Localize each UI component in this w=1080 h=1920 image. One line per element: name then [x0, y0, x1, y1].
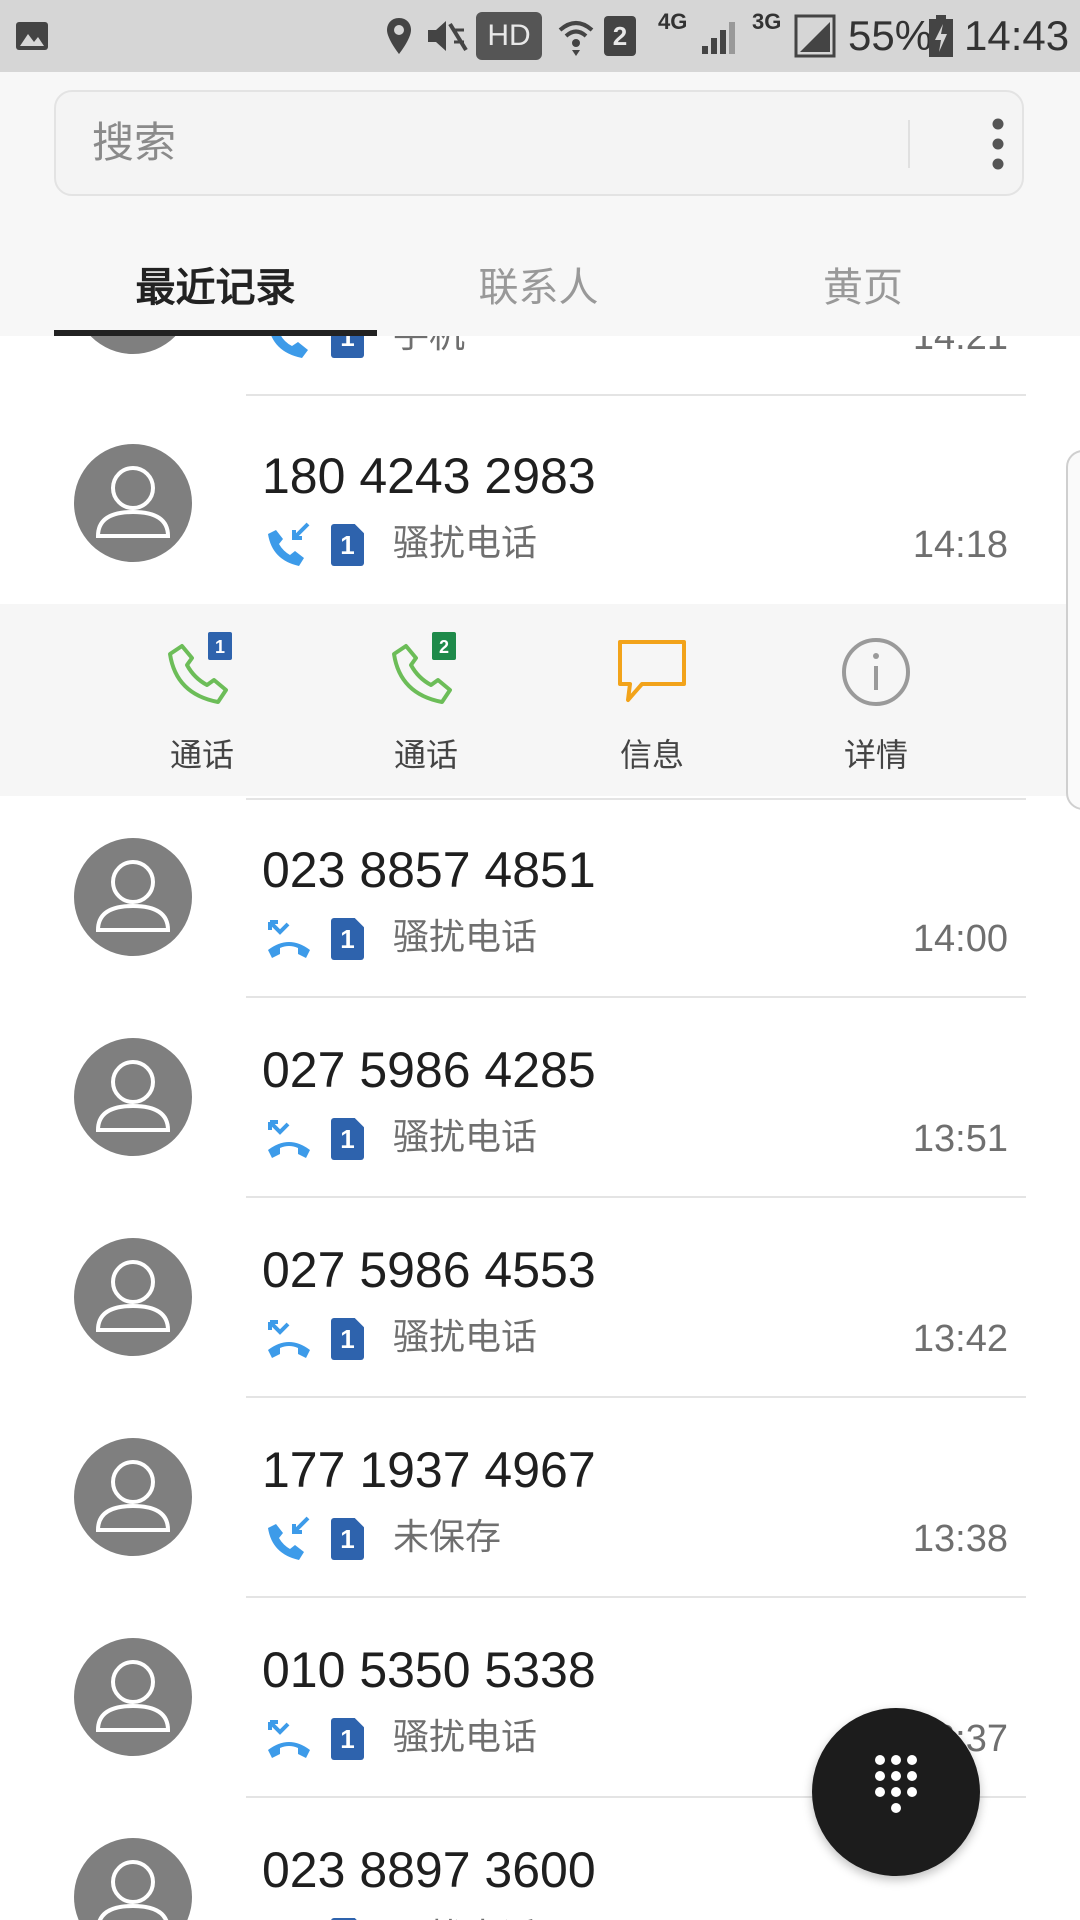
- call-label: 骚扰电话: [393, 1117, 538, 1158]
- svg-text:2: 2: [439, 637, 449, 657]
- details-button[interactable]: 详情: [786, 632, 966, 782]
- call-label: 未保存: [393, 1517, 502, 1558]
- more-options-icon[interactable]: [968, 114, 1028, 174]
- tab-contacts[interactable]: 联系人: [377, 240, 700, 336]
- call-label: 骚扰电话: [393, 523, 538, 564]
- contact-avatar-icon: [74, 1438, 192, 1556]
- call-sim1-button[interactable]: 1 通话: [112, 632, 292, 782]
- search-divider: [908, 120, 910, 168]
- sim1-badge: 1: [331, 1118, 364, 1160]
- gallery-notification-icon: [14, 0, 50, 72]
- call-label: 骚扰电话: [393, 1717, 538, 1758]
- call-label: 骚扰电话: [393, 1910, 537, 1920]
- incoming-call-icon: [268, 1516, 310, 1560]
- battery-charging-icon: [928, 0, 954, 72]
- sim1-badge: 1: [331, 1518, 364, 1560]
- network-3g-label: 3G: [752, 9, 782, 34]
- call-log-row[interactable]: 023 8857 4851 1 骚扰电话 14:00: [0, 798, 1080, 998]
- missed-call-icon: [266, 1916, 312, 1920]
- signal-strength-icon-sim2: [794, 0, 836, 72]
- network-4g-label: 4G: [658, 9, 688, 34]
- call-sim1-label: 通话: [169, 736, 234, 774]
- missed-call-icon: [268, 1320, 310, 1358]
- info-icon: [842, 638, 910, 706]
- call-time: 13:42: [912, 1318, 1008, 1360]
- status-bar: HD 2 4G 3G 55% 14:43: [0, 0, 1080, 72]
- phone-number: 023 8857 4851: [262, 842, 596, 898]
- contact-avatar-icon: [74, 1838, 192, 1920]
- phone-sim1-icon: 1: [168, 632, 232, 704]
- message-icon: [618, 640, 686, 702]
- call-time: 13:38: [912, 1518, 1008, 1560]
- hd-voice-indicator: HD: [476, 0, 542, 72]
- dialpad-button[interactable]: [812, 1708, 980, 1876]
- call-sim2-button[interactable]: 2 通话: [336, 632, 516, 782]
- call-label: 骚扰电话: [393, 917, 538, 958]
- search-bar[interactable]: 搜索: [54, 90, 1024, 196]
- vibrate-mute-icon: [424, 0, 468, 72]
- sim1-badge: 1: [331, 524, 364, 566]
- phone-number: 180 4243 2983: [262, 448, 596, 504]
- row-divider: [246, 798, 1026, 800]
- contact-avatar-icon: [74, 1238, 192, 1356]
- phone-number: 027 5986 4285: [262, 1042, 596, 1098]
- tab-recents[interactable]: 最近记录: [54, 240, 377, 336]
- signal-strength-icon-sim1: [700, 0, 740, 72]
- call-time: 14:00: [912, 918, 1008, 960]
- sim1-badge: 1: [331, 918, 364, 960]
- sim1-badge: 1: [331, 1718, 364, 1760]
- message-label: 信息: [619, 736, 684, 774]
- header: 搜索 最近记录 联系人 黄页: [0, 72, 1080, 336]
- phone-number: 023 8897 3600: [262, 1842, 596, 1898]
- contact-avatar-icon: [74, 444, 192, 562]
- call-log-row[interactable]: 027 5986 4285 1 骚扰电话 13:51: [0, 998, 1080, 1198]
- missed-call-icon: [268, 920, 310, 958]
- svg-text:1: 1: [215, 637, 225, 657]
- contact-avatar-icon: [74, 838, 192, 956]
- call-label: 骚扰电话: [393, 1317, 538, 1358]
- call-log-row[interactable]: 180 4243 2983 1 骚扰电话 14:18: [0, 404, 1080, 604]
- sim2-indicator: 2: [604, 0, 636, 72]
- call-time: 13:51: [912, 1118, 1008, 1160]
- wifi-icon: [556, 0, 596, 72]
- call-action-bar: 1 通话 2 通话 信息 详情: [0, 604, 1080, 796]
- contact-avatar-icon: [74, 1638, 192, 1756]
- row-divider: [246, 394, 1026, 396]
- scroll-handle[interactable]: [1066, 450, 1080, 810]
- call-sim2-label: 通话: [393, 736, 458, 774]
- search-input[interactable]: 搜索: [92, 92, 176, 194]
- status-time: 14:43: [964, 12, 1070, 59]
- phone-number: 010 5350 5338: [262, 1642, 596, 1698]
- missed-call-icon: [268, 1120, 310, 1158]
- tab-yellow-pages[interactable]: 黄页: [700, 240, 1026, 336]
- contact-avatar-icon: [74, 1038, 192, 1156]
- missed-call-icon: [268, 1720, 310, 1758]
- call-time: 14:18: [912, 524, 1008, 566]
- tab-indicator: [54, 330, 377, 336]
- phone-number: 177 1937 4967: [262, 1442, 596, 1498]
- details-label: 详情: [843, 736, 908, 774]
- battery-percentage: 55%: [848, 12, 933, 59]
- dialpad-icon: [875, 1755, 917, 1813]
- call-log-row[interactable]: 177 1937 4967 1 未保存 13:38: [0, 1398, 1080, 1598]
- incoming-call-icon: [268, 522, 310, 566]
- location-icon: [384, 0, 414, 72]
- phone-sim2-icon: 2: [392, 632, 456, 704]
- call-log-row[interactable]: 027 5986 4553 1 骚扰电话 13:42: [0, 1198, 1080, 1398]
- sim1-badge: 1: [331, 1318, 364, 1360]
- message-button[interactable]: 信息: [562, 632, 742, 782]
- phone-number: 027 5986 4553: [262, 1242, 596, 1298]
